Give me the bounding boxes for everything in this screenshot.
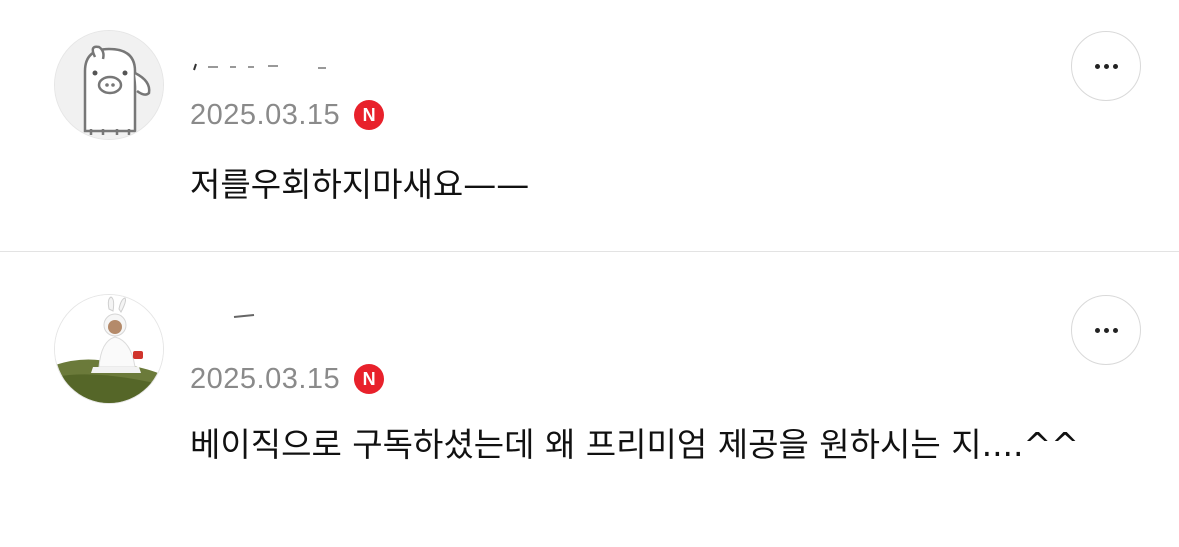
comment-meta: 2025.03.15 N xyxy=(190,359,385,399)
new-badge: N xyxy=(354,100,385,130)
avatar[interactable] xyxy=(54,294,164,404)
more-options-button[interactable] xyxy=(1071,31,1141,101)
comment-meta: 2025.03.15 N xyxy=(190,95,385,135)
comment-item: 2025.03.15 N 저를우회하지마새요—— xyxy=(0,0,1179,251)
ellipsis-icon xyxy=(1094,63,1118,69)
comment-date: 2025.03.15 xyxy=(190,362,341,395)
avatar[interactable] xyxy=(54,30,164,140)
redacted-nickname-scribble xyxy=(193,63,326,71)
ellipsis-icon xyxy=(1094,327,1118,333)
new-badge: N xyxy=(354,364,385,394)
comment-text: 베이직으로 구독하셨는데 왜 프리미엄 제공을 원하시는 지....^^ xyxy=(190,425,1079,464)
comment-item: 2025.03.15 N 베이직으로 구독하셨는데 왜 프리미엄 제공을 원하시… xyxy=(0,252,1179,547)
comment-text: 저를우회하지마새요—— xyxy=(190,165,530,204)
more-options-button[interactable] xyxy=(1071,295,1141,365)
bunny-costume-photo-avatar-icon xyxy=(55,295,163,403)
comment-date: 2025.03.15 xyxy=(190,98,341,131)
bear-character-avatar-icon xyxy=(55,31,163,139)
nickname-redacted[interactable] xyxy=(190,50,340,80)
redacted-nickname-scribble xyxy=(233,314,255,318)
nickname-redacted[interactable] xyxy=(190,307,340,337)
